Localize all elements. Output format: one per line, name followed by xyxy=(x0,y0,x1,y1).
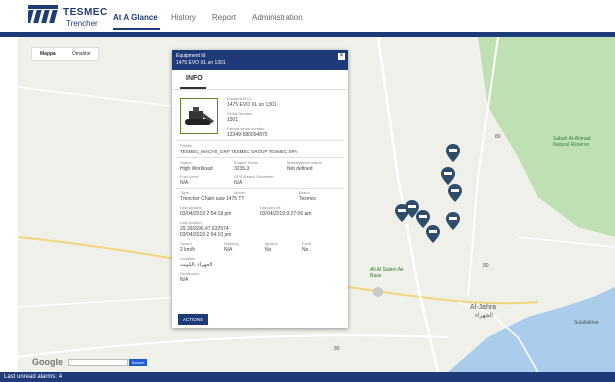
value-serial: 1301 xyxy=(227,117,239,123)
status-footer: Last unread alarms: 4 xyxy=(0,372,615,382)
map-road-shield-1: 80 xyxy=(495,134,501,140)
value-gps-odometer: N/A xyxy=(234,180,243,186)
close-icon[interactable]: ✕ xyxy=(338,53,345,60)
map-label-al-jahra-ar: الجهراء xyxy=(475,313,493,319)
label-last-update: Last Update xyxy=(180,205,202,210)
trencher-machine-icon xyxy=(185,107,214,125)
label-engine-hours: Engine Hours xyxy=(234,160,259,165)
map-search-button[interactable]: Search xyxy=(129,359,147,366)
label-ignition: Ignition xyxy=(265,241,278,246)
value-type: Trencher Chain saw 1475 TT xyxy=(180,196,245,202)
value-engine-hours: 3235.3 xyxy=(234,166,250,172)
label-device-serial: Device serial number xyxy=(227,126,265,131)
last-unread-alarms[interactable]: Last unread alarms: 4 xyxy=(4,374,62,380)
value-fuel: N/A xyxy=(180,180,189,186)
label-location: Location xyxy=(180,256,196,261)
google-logo: Google xyxy=(32,357,63,367)
label-family: Family xyxy=(180,143,192,148)
value-device-serial: 12349-580094875 xyxy=(227,132,268,138)
value-geofences: N/A xyxy=(180,277,189,283)
value-warning: N/A xyxy=(224,247,233,253)
equipment-pin-icon[interactable] xyxy=(446,144,460,162)
tesmec-logo-mark-icon xyxy=(28,5,58,23)
equipment-pin-icon[interactable] xyxy=(448,184,462,202)
label-type: Type xyxy=(180,190,189,195)
label-fault: Fault xyxy=(302,241,311,246)
value-speed: 2 km/h xyxy=(180,247,196,253)
value-status: High Workload xyxy=(180,166,213,172)
label-gps-odometer: GPS Based Odometer xyxy=(234,174,274,179)
divider xyxy=(176,188,344,189)
label-model: Model xyxy=(234,190,245,195)
tabs-divider xyxy=(172,89,348,90)
value-location: الجهراء ,الكويت xyxy=(180,262,213,268)
label-last-position: Last position xyxy=(180,220,203,225)
equipment-pin-icon[interactable] xyxy=(441,167,455,185)
popup-title-label: Equipment Id xyxy=(176,53,206,59)
map-type-map[interactable]: Mappa xyxy=(32,48,64,60)
label-serial: Serial Number xyxy=(227,111,253,116)
value-family: TESMEC_MACHS_GRP TESMEC GROUP TESMEC SPA xyxy=(180,149,298,154)
value-last-keyoff: 03/04/2019 9:27:06 am xyxy=(260,211,312,217)
value-last-update: 03/04/2019 2:54:18 pm xyxy=(180,211,232,217)
nav-active-underline xyxy=(113,28,160,30)
label-equipment-id: Equipment Id xyxy=(227,96,251,101)
map-type-satellite[interactable]: Omaline xyxy=(64,48,99,60)
label-status: Status xyxy=(180,160,192,165)
map-label-reserve: Sabah Al-Ahmad Natural Reserve xyxy=(553,136,591,148)
map-type-control[interactable]: Mappa Omaline xyxy=(31,47,100,61)
value-brand: Tesmec xyxy=(299,196,317,202)
popup-title-value: 1475 EVO XL sn 1301 xyxy=(176,60,226,66)
tab-info[interactable]: INFO xyxy=(186,75,203,82)
value-equipment-id: 1475 EVO XL sn 1301 xyxy=(227,102,277,108)
app-header: TESMEC Trencher At A Glance History Repo… xyxy=(0,0,615,35)
map-label-airbase: Ali Al Salem Air Base xyxy=(370,267,404,279)
map-label-al-jahra: Al-Jahra xyxy=(470,304,497,311)
nav-administration[interactable]: Administration xyxy=(252,13,303,22)
map-road-shield-2: 80 xyxy=(483,263,489,269)
label-fuel: Fuel Level xyxy=(180,174,199,179)
value-ignition: No xyxy=(265,247,272,253)
label-last-keyoff: Last key off xyxy=(260,205,281,210)
nav-report[interactable]: Report xyxy=(212,13,236,22)
map-search-input[interactable] xyxy=(68,359,128,366)
value-fault: No xyxy=(302,247,309,253)
brand-product: Trencher xyxy=(66,19,98,28)
tesmec-logo[interactable]: TESMEC Trencher xyxy=(28,5,123,31)
nav-history[interactable]: History xyxy=(171,13,196,22)
divider xyxy=(176,140,344,141)
value-maintenance: Not defined xyxy=(287,166,313,172)
label-geofences: Geofences xyxy=(180,271,200,276)
label-brand: Brand xyxy=(299,190,310,195)
value-last-position-time: 03/04/2019 2:54:10 pm xyxy=(180,232,232,238)
divider xyxy=(176,157,344,158)
equipment-info-popup: Equipment Id 1475 EVO XL sn 1301 ✕ INFO … xyxy=(172,50,348,328)
nav-at-a-glance[interactable]: At A Glance xyxy=(113,13,158,22)
equipment-image xyxy=(180,98,218,134)
map-label-sulaibikhat: Sulaibikhat xyxy=(574,320,599,326)
map-road-shield-3: 80 xyxy=(334,346,340,352)
label-maintenance: Maintenance status xyxy=(287,160,322,165)
brand-name: TESMEC xyxy=(63,7,108,18)
label-warning: Warning xyxy=(224,241,239,246)
popup-header: Equipment Id 1475 EVO XL sn 1301 ✕ xyxy=(172,50,348,70)
equipment-pin-icon[interactable] xyxy=(426,225,440,243)
equipment-pin-icon[interactable] xyxy=(446,212,460,230)
label-speed: Speed xyxy=(180,241,192,246)
actions-button[interactable]: ACTIONS xyxy=(178,314,208,325)
